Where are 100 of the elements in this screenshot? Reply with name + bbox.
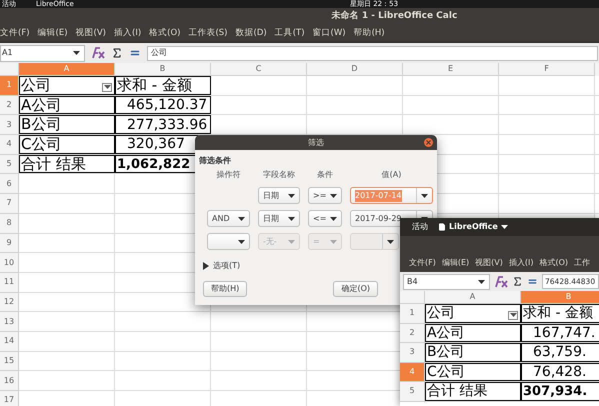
row-header[interactable]: 5 xyxy=(0,154,19,174)
function-icon[interactable] xyxy=(494,276,508,288)
dropdown[interactable]: >= xyxy=(308,187,342,204)
app-menu-button[interactable]: LibreOffice xyxy=(449,221,498,233)
column-label: 条件 xyxy=(316,169,334,181)
caret-icon xyxy=(478,280,485,284)
dropdown[interactable]: 日期 xyxy=(258,187,300,204)
menu-item[interactable]: 视图(V) xyxy=(475,257,503,269)
menu-item[interactable]: 格式(O) xyxy=(149,27,180,40)
column-label: 操作符 xyxy=(216,169,242,181)
column-label: 值(A) xyxy=(380,169,402,181)
document-icon xyxy=(438,223,446,231)
cell-text: A公司 xyxy=(426,326,465,340)
section-heading: 筛选条件 xyxy=(199,155,232,167)
row-header[interactable]: 3 xyxy=(0,115,19,136)
dialog-button[interactable]: 确定(O) xyxy=(333,281,378,297)
menu-item[interactable]: 窗口(W) xyxy=(312,27,346,40)
menu-item[interactable]: 插入(I) xyxy=(114,27,142,40)
close-button[interactable] xyxy=(424,138,433,147)
row-header[interactable]: 2 xyxy=(400,324,425,343)
row-header[interactable]: 12 xyxy=(0,292,19,312)
formula-input[interactable]: 公司 xyxy=(147,46,598,60)
column-header[interactable]: C xyxy=(211,63,307,76)
column-header[interactable]: D xyxy=(307,63,403,76)
cell-text: 合计 结果 xyxy=(20,156,86,172)
row-header[interactable]: 11 xyxy=(0,272,19,293)
caret-icon xyxy=(238,216,245,220)
menu-item[interactable]: 文件(F) xyxy=(409,257,436,269)
menu-item[interactable]: 工具(T) xyxy=(274,27,305,40)
row-header[interactable]: 13 xyxy=(0,312,19,332)
menu-item[interactable]: 工作表(S) xyxy=(188,27,228,40)
row-header[interactable]: 17 xyxy=(0,391,19,406)
row-header[interactable]: 2 xyxy=(0,96,19,116)
caret-icon xyxy=(73,51,80,55)
row-header[interactable]: 9 xyxy=(0,234,19,254)
row-header[interactable]: 8 xyxy=(0,214,19,234)
cell-text: 求和 - 金额 xyxy=(116,78,192,93)
row-header[interactable]: 1 xyxy=(400,304,425,324)
dropdown[interactable]: <= xyxy=(308,210,342,227)
dropdown-value: -无- xyxy=(263,236,277,248)
dropdown-value: >= xyxy=(313,190,326,202)
cell-text: 合计 结果 xyxy=(426,384,488,398)
cell-text: 167,747. xyxy=(532,326,596,340)
cell-text: 63,759. xyxy=(532,345,586,360)
row-header[interactable]: 3 xyxy=(400,343,425,362)
dialog-button[interactable]: 帮助(H) xyxy=(203,281,248,297)
caret-icon xyxy=(238,240,245,244)
row-header[interactable]: 7 xyxy=(0,194,19,214)
filter-dropdown-button[interactable] xyxy=(508,310,518,320)
cell-text: A公司 xyxy=(20,98,62,113)
caret-icon xyxy=(288,216,295,220)
dropdown-value: 日期 xyxy=(263,212,279,224)
row-header[interactable]: 6 xyxy=(0,174,19,194)
menu-item[interactable]: 工作 xyxy=(574,257,590,269)
row-header[interactable]: 16 xyxy=(0,371,19,391)
menu-item[interactable]: 格式(O) xyxy=(539,257,568,269)
caret-icon xyxy=(330,240,337,244)
row-header[interactable]: 4 xyxy=(0,135,19,155)
dropdown-value: = xyxy=(313,236,320,248)
expander-icon xyxy=(203,262,209,270)
menu-item[interactable]: 插入(I) xyxy=(508,257,534,269)
cell-text: 公司 xyxy=(426,306,455,320)
filter-dropdown-button[interactable] xyxy=(102,82,112,92)
dropdown-value: AND xyxy=(212,212,230,224)
caret-icon xyxy=(500,225,508,229)
caret-icon xyxy=(104,85,110,90)
row-header[interactable]: 10 xyxy=(0,253,19,273)
cell-text: 求和 - 金额 xyxy=(522,306,593,320)
cell-text: 公司 xyxy=(20,78,51,93)
cell-text: 320,367 xyxy=(126,137,185,152)
cell-text: 465,120.37 xyxy=(126,98,208,112)
cell-text: 1,062,822 xyxy=(116,158,190,171)
cell-text: 307,934. xyxy=(522,384,588,398)
function-icon[interactable] xyxy=(91,47,105,59)
sum-icon[interactable] xyxy=(111,47,123,59)
menu-item[interactable]: 文件(F) xyxy=(0,27,30,40)
row-header[interactable]: 15 xyxy=(0,352,19,372)
menu-item[interactable]: 视图(V) xyxy=(76,27,106,40)
row-header[interactable]: 5 xyxy=(400,382,425,402)
options-expander[interactable]: 选项(T) xyxy=(203,260,240,272)
column-header[interactable]: E xyxy=(403,63,499,76)
menu-item[interactable]: 数据(D) xyxy=(236,27,267,40)
cell-text: C公司 xyxy=(20,136,62,152)
caret-icon xyxy=(288,240,295,244)
name-box[interactable]: A1 xyxy=(0,44,85,62)
menu-item[interactable]: 帮助(H) xyxy=(354,27,385,40)
column-header[interactable]: F xyxy=(499,63,595,76)
dialog-title: 筛选 xyxy=(308,136,324,148)
column-label: 字段名称 xyxy=(262,169,296,181)
menu-item[interactable]: 编辑(E) xyxy=(442,257,470,269)
dropdown-value: 2017-07-14 xyxy=(355,190,402,202)
dropdown[interactable]: AND xyxy=(207,210,250,227)
menu-item[interactable]: 编辑(E) xyxy=(38,27,68,40)
dropdown[interactable]: 日期 xyxy=(258,210,300,227)
window-title: 未命名 1 - LibreOffice Calc xyxy=(332,10,458,23)
name-box[interactable]: B4 xyxy=(403,274,490,290)
cell-text: 76,428. xyxy=(532,364,586,379)
cell-text: C公司 xyxy=(426,364,465,379)
row-header[interactable]: 14 xyxy=(0,332,19,352)
sum-icon[interactable] xyxy=(512,276,523,287)
